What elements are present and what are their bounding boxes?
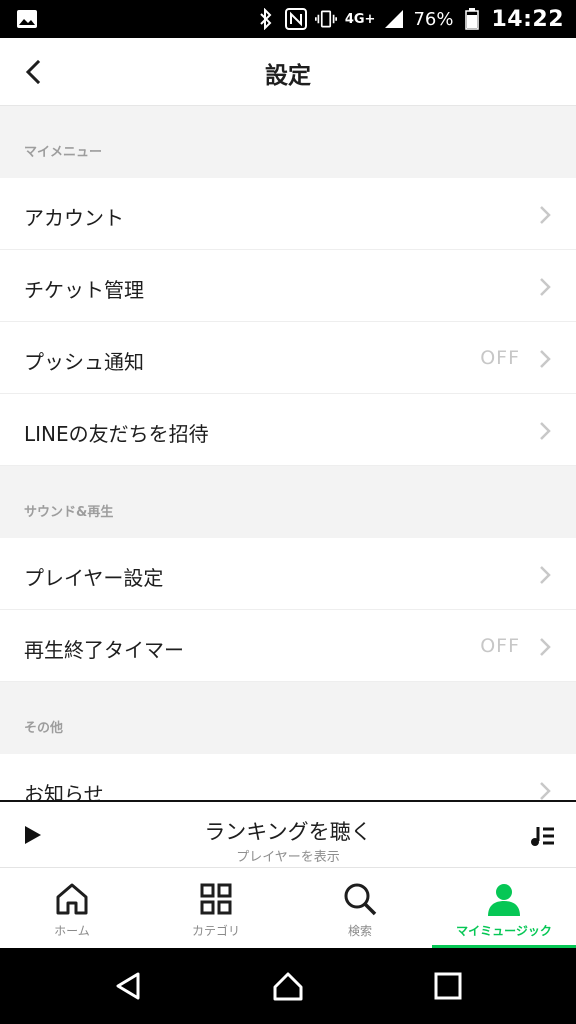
playlist-icon[interactable]: [530, 823, 556, 849]
battery-icon: [461, 8, 483, 30]
nav-label: ホーム: [54, 924, 90, 938]
clock: 14:22: [491, 6, 564, 32]
section-title: マイメニュー: [24, 145, 103, 160]
system-navigation-bar: [0, 948, 576, 1024]
settings-item-player[interactable]: プレイヤー設定: [0, 538, 576, 610]
chevron-right-icon: [540, 350, 551, 368]
settings-item-notice[interactable]: お知らせ: [0, 754, 576, 800]
signal-icon: [383, 8, 405, 30]
home-button-icon[interactable]: [272, 970, 304, 1002]
mini-player-subtitle: プレイヤーを表示: [236, 850, 340, 865]
section-header-sound: サウンド&再生: [0, 466, 576, 538]
settings-item-label: アカウント: [24, 206, 124, 230]
grid-icon: [200, 883, 232, 915]
search-icon: [344, 883, 377, 916]
chevron-right-icon: [540, 206, 551, 224]
settings-item-value: OFF: [480, 635, 520, 657]
chevron-right-icon: [540, 278, 551, 296]
settings-item-label: LINEの友だちを招待: [24, 422, 209, 446]
section-title: その他: [24, 721, 64, 736]
nav-label: マイミュージック: [456, 924, 552, 938]
settings-item-invite[interactable]: LINEの友だちを招待: [0, 394, 576, 466]
bluetooth-icon: [255, 8, 277, 30]
settings-item-push[interactable]: プッシュ通知 OFF: [0, 322, 576, 394]
settings-item-value: OFF: [480, 347, 520, 369]
page-title: 設定: [265, 63, 311, 89]
vibrate-icon: [314, 8, 337, 30]
section-header-my-menu: マイメニュー: [0, 106, 576, 178]
settings-item-label: お知らせ: [24, 782, 104, 800]
nav-search[interactable]: 検索: [288, 868, 432, 948]
battery-percent: 76%: [413, 8, 454, 30]
recents-square-icon[interactable]: [432, 970, 464, 1002]
bottom-navigation: ホーム カテゴリ 検索 マイミュージック: [0, 868, 576, 948]
nfc-icon: [284, 8, 307, 30]
nav-home[interactable]: ホーム: [0, 868, 144, 948]
settings-item-label: 再生終了タイマー: [24, 638, 184, 662]
status-bar: 4G+ 76% 14:22: [0, 0, 576, 38]
settings-item-ticket[interactable]: チケット管理: [0, 250, 576, 322]
chevron-right-icon: [540, 782, 551, 800]
image-icon: [17, 10, 37, 28]
settings-item-label: チケット管理: [24, 278, 144, 302]
chevron-right-icon: [540, 422, 551, 440]
network-type: 4G+: [344, 11, 376, 27]
nav-label: カテゴリ: [191, 924, 240, 938]
mini-player[interactable]: ランキングを聴く プレイヤーを表示: [0, 800, 576, 868]
settings-item-sleep-timer[interactable]: 再生終了タイマー OFF: [0, 610, 576, 682]
nav-my-music[interactable]: マイミュージック: [432, 868, 576, 948]
nav-label: 検索: [347, 924, 372, 938]
section-header-other: その他: [0, 682, 576, 754]
section-title: サウンド&再生: [24, 505, 114, 520]
chevron-right-icon: [540, 638, 551, 656]
person-icon: [488, 884, 520, 916]
settings-item-label: プッシュ通知: [24, 350, 144, 374]
chevron-right-icon: [540, 566, 551, 584]
home-icon: [56, 883, 88, 915]
settings-list: マイメニュー アカウント チケット管理 プッシュ通知 OFF LINEの友だちを…: [0, 106, 576, 800]
app-header: 設定: [0, 38, 576, 106]
nav-category[interactable]: カテゴリ: [144, 868, 288, 948]
settings-item-account[interactable]: アカウント: [0, 178, 576, 250]
settings-item-label: プレイヤー設定: [24, 566, 164, 590]
back-triangle-icon[interactable]: [112, 970, 144, 1002]
mini-player-title: ランキングを聴く: [204, 820, 372, 844]
